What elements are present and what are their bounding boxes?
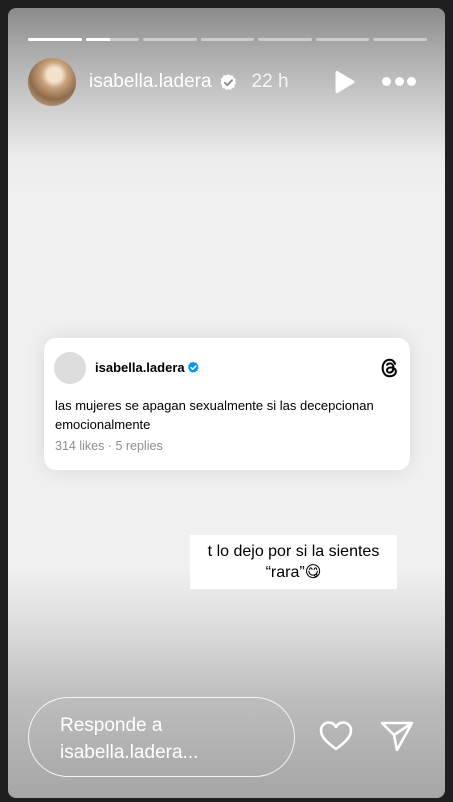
send-icon[interactable] — [379, 719, 415, 753]
threads-post-text: las mujeres se apagan sexualmente si las… — [55, 398, 374, 432]
story-header: isabella.ladera 22 h — [28, 57, 427, 107]
progress-segment — [143, 38, 197, 41]
progress-segment — [200, 38, 255, 41]
verified-badge-icon — [219, 73, 238, 92]
more-options-icon[interactable] — [382, 77, 416, 87]
reply-placeholder-line-1: Responde a — [60, 715, 163, 736]
reply-input[interactable]: Responde a isabella.ladera... — [28, 697, 295, 777]
avatar[interactable] — [28, 58, 76, 106]
play-icon[interactable] — [333, 70, 355, 94]
progress-segment — [85, 38, 140, 41]
progress-segment — [258, 38, 312, 41]
threads-post-card[interactable]: isabella.ladera las mujeres se apagan se… — [44, 338, 410, 470]
threads-logo-icon — [381, 358, 397, 378]
heart-icon[interactable] — [318, 719, 354, 753]
post-time: 22 h — [251, 71, 289, 92]
story-progress-bar — [28, 38, 428, 41]
progress-segment — [28, 38, 82, 41]
username-link[interactable]: isabella.ladera — [89, 71, 212, 93]
progress-segment — [373, 38, 428, 41]
threads-post-stats: 314 likes · 5 replies — [55, 439, 163, 453]
story-viewer[interactable]: isabella.ladera 22 h isabella.ladera las… — [8, 8, 445, 798]
caption-line-2: “rara”😋 — [265, 564, 322, 581]
progress-segment — [315, 38, 370, 41]
reply-placeholder-line-2: isabella.ladera... — [60, 742, 199, 763]
story-caption: t lo dejo por si la sientes “rara”😋 — [190, 535, 397, 589]
threads-verified-icon — [188, 361, 199, 373]
threads-username: isabella.ladera — [95, 360, 185, 375]
threads-avatar — [54, 352, 86, 384]
caption-line-1: t lo dejo por si la sientes — [207, 543, 380, 560]
